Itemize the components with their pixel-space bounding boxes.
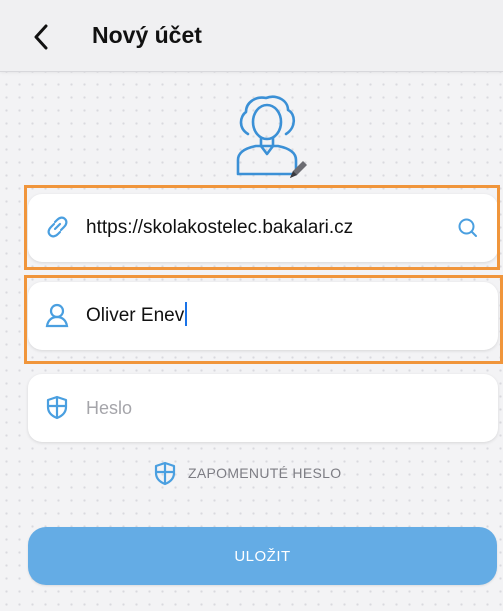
- forgot-password-label: ZAPOMENUTÉ HESLO: [188, 465, 342, 481]
- pencil-icon[interactable]: [286, 158, 310, 182]
- link-icon: [47, 216, 68, 238]
- page-title: Nový účet: [92, 22, 202, 48]
- shield-icon: [46, 395, 68, 420]
- save-button-label: ULOŽIT: [234, 547, 291, 565]
- search-icon: [458, 218, 477, 237]
- header-bar: Nový účet: [0, 0, 503, 72]
- password-input[interactable]: Heslo: [86, 374, 132, 442]
- username-value: Oliver Enev: [86, 305, 185, 326]
- text-cursor: [185, 302, 188, 327]
- username-field[interactable]: Oliver Enev: [28, 282, 498, 350]
- username-input[interactable]: Oliver Enev: [86, 282, 188, 350]
- school-url-value: https://skolakostelec.bakalari.cz: [86, 217, 354, 238]
- shield-icon: [154, 461, 176, 486]
- back-button[interactable]: [26, 20, 56, 54]
- search-button[interactable]: [456, 216, 480, 240]
- password-field[interactable]: Heslo: [28, 374, 498, 442]
- save-button[interactable]: ULOŽIT: [28, 527, 497, 585]
- user-icon: [45, 303, 69, 328]
- school-url-field[interactable]: https://skolakostelec.bakalari.cz: [28, 194, 498, 262]
- forgot-password-link[interactable]: ZAPOMENUTÉ HESLO: [152, 455, 341, 491]
- avatar[interactable]: [228, 92, 316, 184]
- chevron-left-icon: [34, 24, 48, 50]
